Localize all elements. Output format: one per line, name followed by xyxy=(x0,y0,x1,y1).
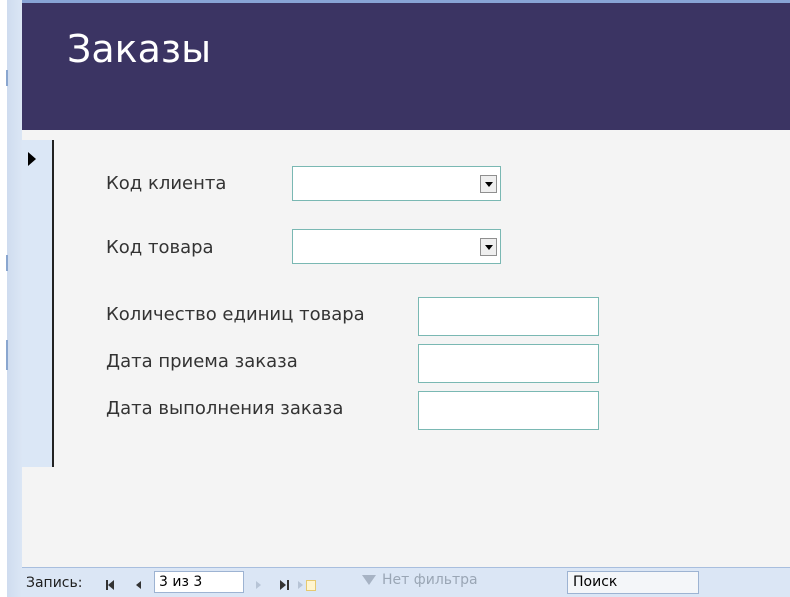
filter-label: Нет фильтра xyxy=(382,572,478,588)
record-selector[interactable] xyxy=(22,140,54,467)
client-code-label: Код клиента xyxy=(106,173,227,194)
current-record-value: 3 из 3 xyxy=(159,574,203,590)
last-record-icon[interactable] xyxy=(280,572,294,592)
record-label: Запись: xyxy=(26,575,83,591)
edge-tick xyxy=(6,255,8,271)
search-text: Поиск xyxy=(573,574,618,590)
current-record-field[interactable]: 3 из 3 xyxy=(154,571,244,593)
filter-status[interactable]: Нет фильтра xyxy=(362,572,562,594)
completion-date-field[interactable] xyxy=(418,391,599,430)
completion-date-label: Дата выполнения заказа xyxy=(106,398,344,419)
current-record-arrow-icon xyxy=(28,152,36,166)
record-navigation-bar: Запись: 3 из 3 Нет фильтра Поиск xyxy=(22,567,790,597)
chevron-down-icon[interactable] xyxy=(480,238,497,256)
quantity-label: Количество единиц товара xyxy=(106,304,365,325)
edge-tick xyxy=(6,70,8,86)
order-date-field[interactable] xyxy=(418,344,599,383)
product-code-label: Код товара xyxy=(106,237,214,258)
search-input[interactable]: Поиск xyxy=(567,571,699,594)
edge-tick xyxy=(6,340,8,370)
access-window-left-edge xyxy=(0,0,22,597)
form-title: Заказы xyxy=(67,27,212,71)
quantity-field[interactable] xyxy=(418,297,599,336)
order-date-label: Дата приема заказа xyxy=(106,351,298,372)
chevron-down-icon[interactable] xyxy=(480,175,497,193)
form-header: Заказы xyxy=(22,0,790,130)
product-code-combo[interactable] xyxy=(292,229,501,264)
new-record-icon[interactable] xyxy=(298,572,318,592)
previous-record-icon[interactable] xyxy=(134,572,146,592)
client-code-combo[interactable] xyxy=(292,166,501,201)
next-record-icon[interactable] xyxy=(254,572,266,592)
first-record-icon[interactable] xyxy=(106,572,120,592)
filter-icon xyxy=(362,575,376,585)
